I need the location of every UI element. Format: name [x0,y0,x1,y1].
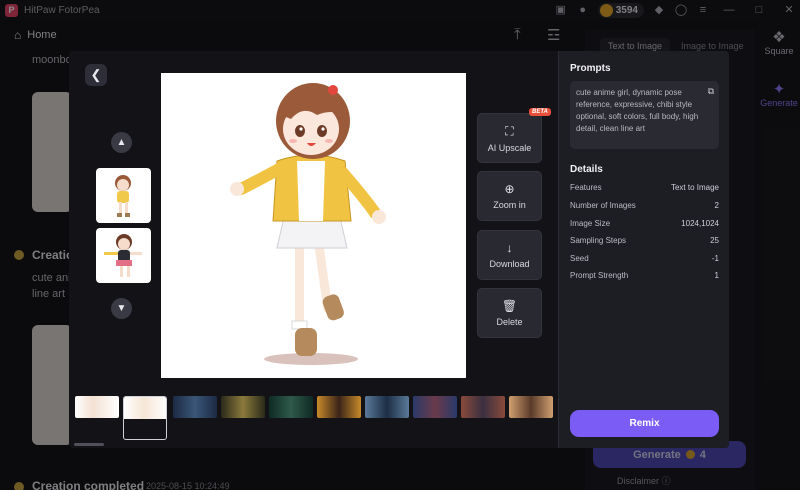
chevron-up-icon: ▲ [116,137,127,148]
strip-thumbnail[interactable] [221,396,265,418]
image-detail-modal: ❮ ▲ ▼ ⛶ AI Upscale BETA ⊕ Zoom in ↓ Down… [69,51,729,448]
strip-thumbnail[interactable] [317,396,361,418]
strip-scrollbar[interactable] [74,443,104,446]
anime-girl-thumbnail [115,175,131,217]
delete-label: Delete [496,317,523,327]
details-title: Details [570,164,603,175]
detail-label: Number of Images [570,201,636,210]
detail-label: Seed [570,254,589,263]
expand-icon: ⛶ [505,123,514,138]
detail-row-seed: Seed -1 [570,254,719,263]
remix-button[interactable]: Remix [570,410,719,437]
strip-thumbnail[interactable] [75,396,119,418]
prompt-text: cute anime girl, dynamic pose reference,… [576,88,699,133]
prev-image-button[interactable]: ▲ [111,132,132,153]
zoom-in-label: Zoom in [493,200,526,210]
main-generated-image [161,73,466,378]
detail-row-number-of-images: Number of Images 2 [570,201,719,210]
thumbnail-strip [73,396,558,442]
strip-thumbnail[interactable] [461,396,505,418]
download-button[interactable]: ↓ Download [477,230,542,280]
side-thumbnail-1[interactable] [96,168,151,223]
detail-row-sampling-steps: Sampling Steps 25 [570,236,719,245]
ai-upscale-button[interactable]: ⛶ AI Upscale [477,113,542,163]
back-button[interactable]: ❮ [85,64,107,86]
side-thumbnail-2[interactable] [96,228,151,283]
detail-value: 2 [714,201,719,210]
detail-row-features: Features Text to Image [570,183,719,192]
image-viewer: ❮ ▲ ▼ ⛶ AI Upscale BETA ⊕ Zoom in ↓ Down… [69,51,558,448]
download-icon: ↓ [506,241,513,255]
strip-thumbnail[interactable] [509,396,553,418]
trash-icon: 🗑 [501,299,518,313]
download-label: Download [489,259,530,269]
strip-thumbnail-selected[interactable] [123,396,167,440]
detail-row-prompt-strength: Prompt Strength 1 [570,271,719,280]
detail-label: Sampling Steps [570,236,627,245]
detail-value: 25 [710,236,719,245]
strip-thumbnail[interactable] [173,396,217,418]
ai-upscale-label: AI Upscale [487,142,532,153]
copy-icon[interactable]: ⧉ [708,85,714,99]
delete-button[interactable]: 🗑 Delete [477,288,542,338]
detail-label: Image Size [570,219,611,228]
anime-girl-thumbnail [104,234,142,277]
detail-row-image-size: Image Size 1024,1024 [570,219,719,228]
prompt-text-box: cute anime girl, dynamic pose reference,… [570,81,719,149]
chevron-down-icon: ▼ [116,303,127,314]
beta-badge: BETA [529,108,551,116]
detail-value: 1024,1024 [681,219,719,228]
detail-value: Text to Image [670,183,719,192]
next-image-button[interactable]: ▼ [111,298,132,319]
detail-label: Features [570,183,602,192]
prompts-title: Prompts [570,63,611,74]
detail-value: 1 [714,271,719,280]
zoom-in-icon: ⊕ [504,182,515,196]
detail-value: -1 [711,254,719,263]
zoom-in-button[interactable]: ⊕ Zoom in [477,171,542,221]
detail-label: Prompt Strength [570,271,629,280]
chevron-left-icon: ❮ [90,67,102,82]
details-panel: Prompts cute anime girl, dynamic pose re… [558,51,729,448]
anime-girl-illustration [230,83,386,365]
strip-thumbnail[interactable] [365,396,409,418]
strip-thumbnail[interactable] [413,396,457,418]
strip-thumbnail[interactable] [269,396,313,418]
